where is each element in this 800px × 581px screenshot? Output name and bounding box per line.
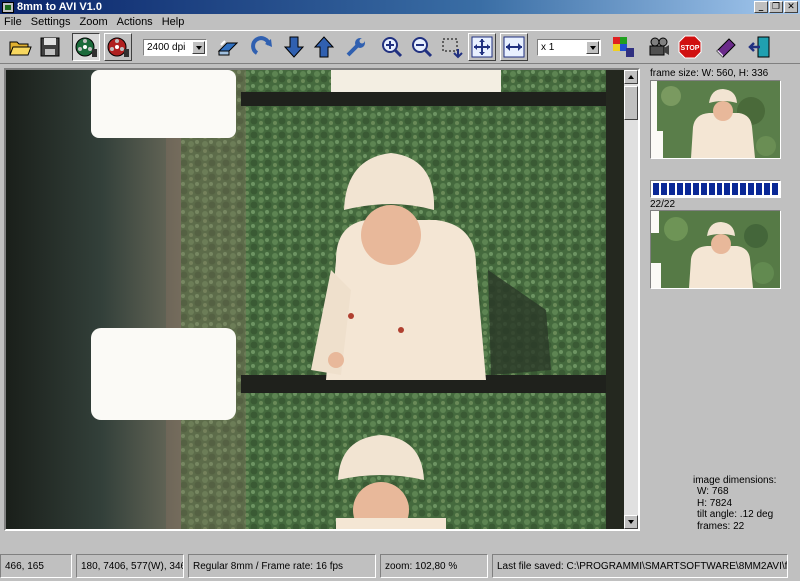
- save-disk-icon: [40, 37, 60, 57]
- dpi-select[interactable]: 2400 dpi: [143, 39, 207, 56]
- scroll-up-arrow-icon[interactable]: [624, 70, 638, 84]
- stop-button[interactable]: STOP: [676, 33, 704, 61]
- open-folder-icon: [9, 41, 32, 56]
- image-height: H: 7824: [697, 497, 733, 509]
- zoom-out-button[interactable]: [408, 33, 436, 61]
- menu-help[interactable]: Help: [162, 16, 185, 28]
- zoom-in-button[interactable]: [378, 33, 406, 61]
- crop-select-icon: [442, 38, 463, 59]
- close-button[interactable]: ✕: [784, 1, 798, 13]
- menu-file[interactable]: File: [4, 16, 22, 28]
- scroll-thumb[interactable]: [624, 86, 638, 120]
- make-avi-button[interactable]: [645, 33, 673, 61]
- window-title: 8mm to AVI V1.0: [17, 1, 102, 13]
- film-mode-button[interactable]: [72, 33, 100, 61]
- scan-button[interactable]: [214, 33, 242, 61]
- status-format: Regular 8mm / Frame rate: 16 fps: [188, 554, 376, 578]
- menu-bar: File Settings Zoom Actions Help: [0, 14, 800, 30]
- zoom-in-icon: [382, 37, 403, 58]
- stop-icon: STOP: [678, 35, 702, 59]
- tilt-angle: tilt angle: .12 deg: [697, 509, 774, 521]
- image-dimensions-heading: image dimensions:: [693, 475, 777, 486]
- book-icon: [716, 38, 736, 58]
- status-last-file: Last file saved: C:\PROGRAMMI\SMARTSOFTW…: [492, 554, 788, 578]
- menu-zoom[interactable]: Zoom: [79, 16, 107, 28]
- image-dimensions-panel: image dimensions: W: 768 H: 7824 tilt an…: [693, 475, 776, 532]
- image-width: W: 768: [697, 486, 729, 498]
- crop-select-button[interactable]: [438, 33, 466, 61]
- stop-label: STOP: [681, 45, 700, 52]
- dpi-select-value: 2400 dpi: [147, 42, 186, 53]
- dpi-dropdown-arrow-icon[interactable]: [192, 41, 205, 54]
- arrow-up-icon: [313, 36, 335, 58]
- menu-settings[interactable]: Settings: [31, 16, 71, 28]
- film-camera-icon: [649, 37, 669, 56]
- frame-preview-thumbnail: [650, 80, 781, 159]
- fit-window-icon: [471, 36, 493, 58]
- exit-button[interactable]: [746, 33, 774, 61]
- frame-output-thumbnail: [650, 210, 781, 289]
- move-up-button[interactable]: [310, 33, 338, 61]
- film-viewport[interactable]: [4, 68, 640, 531]
- menu-actions[interactable]: Actions: [117, 16, 153, 28]
- film-strip-image: [6, 70, 626, 529]
- scroll-down-arrow-icon[interactable]: [624, 515, 638, 529]
- zoom-dropdown-arrow-icon[interactable]: [586, 41, 599, 54]
- toolbar: 2400 dpi x 1 STOP: [0, 30, 800, 64]
- fit-width-button[interactable]: [500, 33, 528, 61]
- vertical-scrollbar[interactable]: [624, 70, 638, 529]
- fit-window-button[interactable]: [468, 33, 496, 61]
- exit-door-icon: [748, 36, 770, 58]
- status-bar: 466, 165 180, 7406, 577(W), 346(H) Regul…: [0, 551, 800, 581]
- zoom-select-value: x 1: [541, 42, 555, 53]
- app-icon: [2, 1, 14, 13]
- frame-output-image: [651, 211, 780, 288]
- status-zoom: zoom: 102,80 %: [380, 554, 488, 578]
- save-button[interactable]: [36, 33, 64, 61]
- rotate-icon: [251, 36, 272, 55]
- open-button[interactable]: [6, 33, 34, 61]
- zoom-select[interactable]: x 1: [537, 39, 601, 56]
- help-book-button[interactable]: [712, 33, 740, 61]
- fit-width-icon: [503, 36, 525, 58]
- wrench-icon: [346, 38, 365, 57]
- frame-counter: 22/22: [650, 199, 676, 210]
- title-bar: 8mm to AVI V1.0 _ ❐ ✕: [0, 0, 800, 14]
- frame-size-label: frame size: W: 560, H: 336: [650, 68, 769, 79]
- frame-preview-image: [651, 81, 780, 158]
- status-cursor-position: 466, 165: [0, 554, 72, 578]
- zoom-out-icon: [412, 37, 433, 58]
- color-adjust-button[interactable]: [609, 33, 637, 61]
- status-selection: 180, 7406, 577(W), 346(H): [76, 554, 184, 578]
- arrow-down-icon: [283, 36, 305, 58]
- move-down-button[interactable]: [280, 33, 308, 61]
- minimize-button[interactable]: _: [754, 1, 768, 13]
- film-reel-red-icon: [107, 37, 129, 57]
- color-grid-icon: [613, 37, 634, 57]
- frame-count: frames: 22: [697, 520, 745, 532]
- film-reel-icon: [75, 37, 97, 57]
- rotate-button[interactable]: [249, 33, 277, 61]
- settings-tool-button[interactable]: [342, 33, 370, 61]
- film-mode-alt-button[interactable]: [104, 33, 132, 61]
- scan-icon: [217, 40, 239, 56]
- maximize-button[interactable]: ❐: [769, 1, 783, 13]
- processing-progress-bar: [650, 180, 781, 198]
